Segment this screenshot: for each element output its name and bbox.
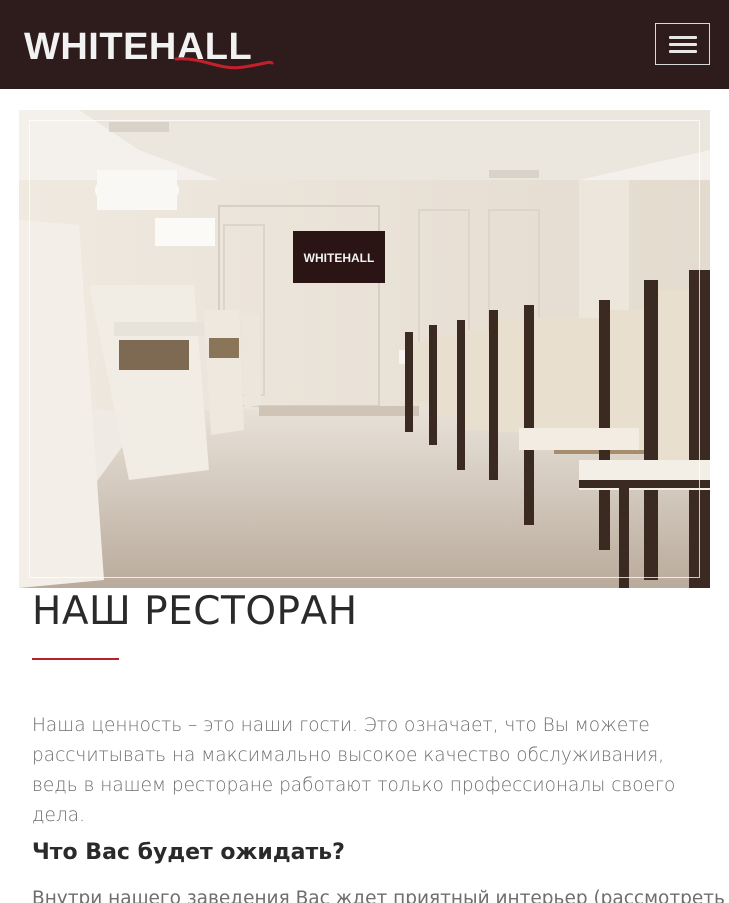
section-subheading: Что Вас будет ожидать? xyxy=(32,840,345,865)
hero-image: WHITEHALL xyxy=(19,110,710,588)
page-title: НАШ РЕСТОРАН xyxy=(32,589,358,634)
tv-logo: WHITEHALL xyxy=(304,251,375,265)
title-divider xyxy=(32,658,119,660)
logo[interactable]: WHITEHALL xyxy=(24,22,274,72)
site-header: WHITEHALL xyxy=(0,0,729,89)
intro-paragraph: Наша ценность – это наши гости. Это озна… xyxy=(32,715,676,826)
body-paragraph: Внутри нашего заведения Вас ждет приятны… xyxy=(32,888,725,903)
hamburger-menu-icon xyxy=(669,36,697,39)
logo-swoosh-icon xyxy=(174,57,274,70)
hamburger-menu-button[interactable] xyxy=(655,23,710,65)
restaurant-interior-image: WHITEHALL xyxy=(19,110,710,588)
